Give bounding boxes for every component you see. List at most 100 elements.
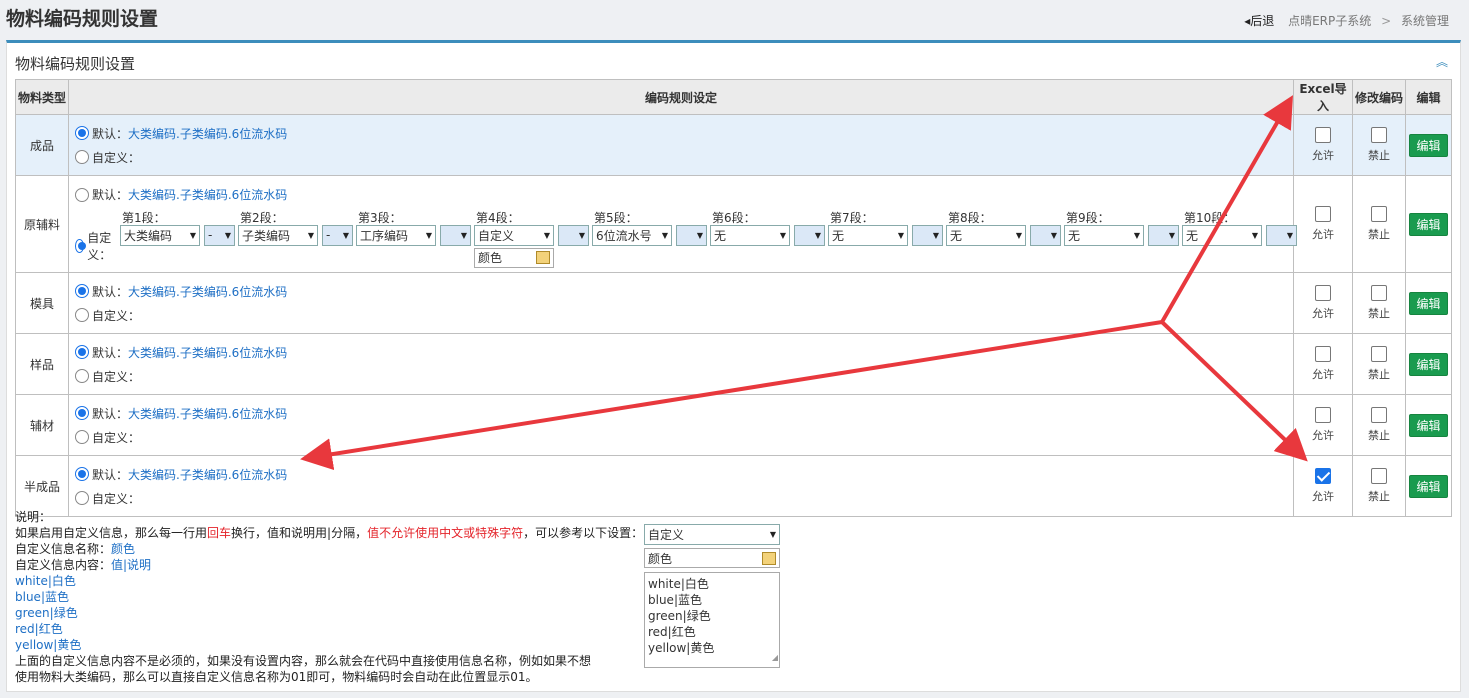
- segment-select[interactable]: 大类编码 ▼: [120, 224, 200, 246]
- forbid-checkbox[interactable]: [1371, 206, 1387, 222]
- edit-icon[interactable]: [762, 551, 776, 565]
- radio-default[interactable]: [75, 406, 89, 420]
- segment-5: 第5段： 6位流水号 ▼ ▼: [592, 209, 710, 246]
- chevron-down-icon: ▼: [1015, 230, 1022, 240]
- table-row: 原辅料 默认： 大类编码.子类编码.6位流水码 自定义： 第1段： 大类编码 ▼ -…: [15, 175, 1452, 273]
- back-link[interactable]: ◂后退: [1244, 14, 1274, 28]
- custom-option[interactable]: 自定义：: [75, 305, 1293, 325]
- radio-custom[interactable]: [75, 238, 87, 253]
- radio-default[interactable]: [75, 467, 89, 481]
- edit-cell: 编辑: [1405, 394, 1452, 456]
- separator-select[interactable]: ▼: [1030, 224, 1061, 246]
- header-modify: 修改编码: [1352, 79, 1406, 115]
- excel-import-cell: 允许: [1293, 272, 1353, 334]
- chevron-up-icon[interactable]: ︽: [1436, 53, 1448, 70]
- chevron-down-icon: ▼: [661, 230, 668, 240]
- default-option[interactable]: 默认： 大类编码.子类编码.6位流水码: [75, 123, 1293, 143]
- edit-button[interactable]: 编辑: [1409, 212, 1448, 236]
- custom-option[interactable]: 自定义：: [75, 427, 1293, 447]
- separator-select[interactable]: ▼: [440, 224, 471, 246]
- radio-default[interactable]: [75, 126, 89, 140]
- edit-icon[interactable]: [536, 251, 550, 264]
- notes-line1: 如果启用自定义信息，那么每一行用回车换行，值和说明用|分隔，值不允许使用中文或特…: [15, 526, 644, 540]
- edit-button[interactable]: 编辑: [1409, 133, 1448, 157]
- breadcrumb-item-system[interactable]: 系统管理: [1401, 14, 1449, 28]
- separator-select[interactable]: ▼: [1266, 224, 1297, 246]
- sample-content-textarea[interactable]: white|白色 blue|蓝色 green|绿色 red|红色 yellow|…: [644, 572, 780, 668]
- segment-label: 第8段：: [948, 210, 992, 225]
- custom-option[interactable]: 自定义：: [75, 366, 1293, 386]
- default-option[interactable]: 默认： 大类编码.子类编码.6位流水码: [75, 185, 1293, 205]
- rule-cell: 默认： 大类编码.子类编码.6位流水码 自定义：: [68, 394, 1294, 456]
- segment-select[interactable]: 无 ▼: [710, 224, 790, 246]
- custom-option[interactable]: 自定义：: [75, 488, 1293, 508]
- radio-default[interactable]: [75, 345, 89, 359]
- allow-checkbox[interactable]: [1315, 285, 1331, 301]
- default-option[interactable]: 默认： 大类编码.子类编码.6位流水码: [75, 281, 1293, 301]
- segment-select[interactable]: 无 ▼: [946, 224, 1026, 246]
- default-option[interactable]: 默认： 大类编码.子类编码.6位流水码: [75, 342, 1293, 362]
- radio-default[interactable]: [75, 187, 89, 202]
- default-option[interactable]: 默认： 大类编码.子类编码.6位流水码: [75, 403, 1293, 423]
- header-type: 物料类型: [15, 79, 69, 115]
- chevron-down-icon: ▼: [1133, 230, 1140, 240]
- radio-custom[interactable]: [75, 150, 89, 164]
- segment-8: 第8段： 无 ▼ ▼: [946, 209, 1064, 246]
- segment-select[interactable]: 子类编码 ▼: [238, 224, 318, 246]
- separator-select[interactable]: ▼: [1148, 224, 1179, 246]
- segment-select[interactable]: 无 ▼: [828, 224, 908, 246]
- forbid-checkbox[interactable]: [1371, 346, 1387, 362]
- allow-checkbox[interactable]: [1315, 407, 1331, 423]
- separator-select[interactable]: - ▼: [204, 224, 235, 246]
- table-row: 样品 默认： 大类编码.子类编码.6位流水码 自定义： 允许 禁止 编辑: [15, 333, 1452, 395]
- radio-custom[interactable]: [75, 308, 89, 322]
- segment-select[interactable]: 自定义 ▼: [474, 224, 554, 246]
- radio-custom[interactable]: [75, 491, 89, 505]
- separator-select[interactable]: - ▼: [322, 224, 353, 246]
- sample-name-input[interactable]: 颜色: [644, 548, 780, 568]
- edit-button[interactable]: 编辑: [1409, 291, 1448, 315]
- chevron-down-icon: ▼: [1251, 230, 1258, 240]
- rule-cell: 默认： 大类编码.子类编码.6位流水码 自定义：: [68, 272, 1294, 334]
- segment-select[interactable]: 无 ▼: [1182, 224, 1262, 246]
- rule-cell: 默认： 大类编码.子类编码.6位流水码 自定义： 第1段： 大类编码 ▼ - ▼ 第2…: [68, 175, 1297, 273]
- default-option[interactable]: 默认： 大类编码.子类编码.6位流水码: [75, 464, 1293, 484]
- notes-example: yellow|黄色: [15, 638, 82, 652]
- radio-custom[interactable]: [75, 369, 89, 383]
- allow-checkbox[interactable]: [1315, 127, 1331, 143]
- separator-select[interactable]: ▼: [676, 224, 707, 246]
- breadcrumb-item-erp[interactable]: 点晴ERP子系统: [1288, 14, 1371, 28]
- notes-content-line: 自定义信息内容：值|说明: [15, 558, 152, 572]
- segment-select[interactable]: 6位流水号 ▼: [592, 224, 672, 246]
- custom-option[interactable]: 自定义：: [75, 147, 1293, 167]
- separator-select[interactable]: ▼: [912, 224, 943, 246]
- notes-footer: 使用物料大类编码，那么可以直接自定义信息名称为01即可，物料编码时会自动在此位置…: [15, 670, 538, 684]
- segment-select[interactable]: 无 ▼: [1064, 224, 1144, 246]
- forbid-checkbox[interactable]: [1371, 285, 1387, 301]
- chevron-down-icon: ▼: [425, 230, 432, 240]
- allow-checkbox[interactable]: [1315, 346, 1331, 362]
- forbid-checkbox[interactable]: [1371, 468, 1387, 484]
- breadcrumb: ◂后退 点晴ERP子系统 > 系统管理: [1244, 12, 1449, 29]
- sample-type-select[interactable]: 自定义 ▼: [644, 524, 780, 545]
- radio-default[interactable]: [75, 284, 89, 298]
- segment-label: 第5段：: [594, 210, 638, 225]
- material-type: 样品: [15, 333, 69, 395]
- material-type: 成品: [15, 114, 69, 176]
- resize-handle-icon[interactable]: ◢: [772, 650, 778, 666]
- separator-select[interactable]: ▼: [794, 224, 825, 246]
- notes-example: white|白色: [15, 574, 76, 588]
- allow-checkbox[interactable]: [1315, 206, 1331, 222]
- separator-select[interactable]: ▼: [558, 224, 589, 246]
- custom-name-input[interactable]: 颜色: [474, 247, 554, 268]
- allow-checkbox[interactable]: [1315, 468, 1331, 484]
- chevron-down-icon: ▼: [932, 230, 939, 240]
- forbid-checkbox[interactable]: [1371, 127, 1387, 143]
- edit-button[interactable]: 编辑: [1409, 413, 1448, 437]
- segment-1: 第1段： 大类编码 ▼ - ▼: [120, 209, 238, 246]
- forbid-checkbox[interactable]: [1371, 407, 1387, 423]
- radio-custom[interactable]: [75, 430, 89, 444]
- edit-button[interactable]: 编辑: [1409, 474, 1448, 498]
- segment-select[interactable]: 工序编码 ▼: [356, 224, 436, 246]
- edit-button[interactable]: 编辑: [1409, 352, 1448, 376]
